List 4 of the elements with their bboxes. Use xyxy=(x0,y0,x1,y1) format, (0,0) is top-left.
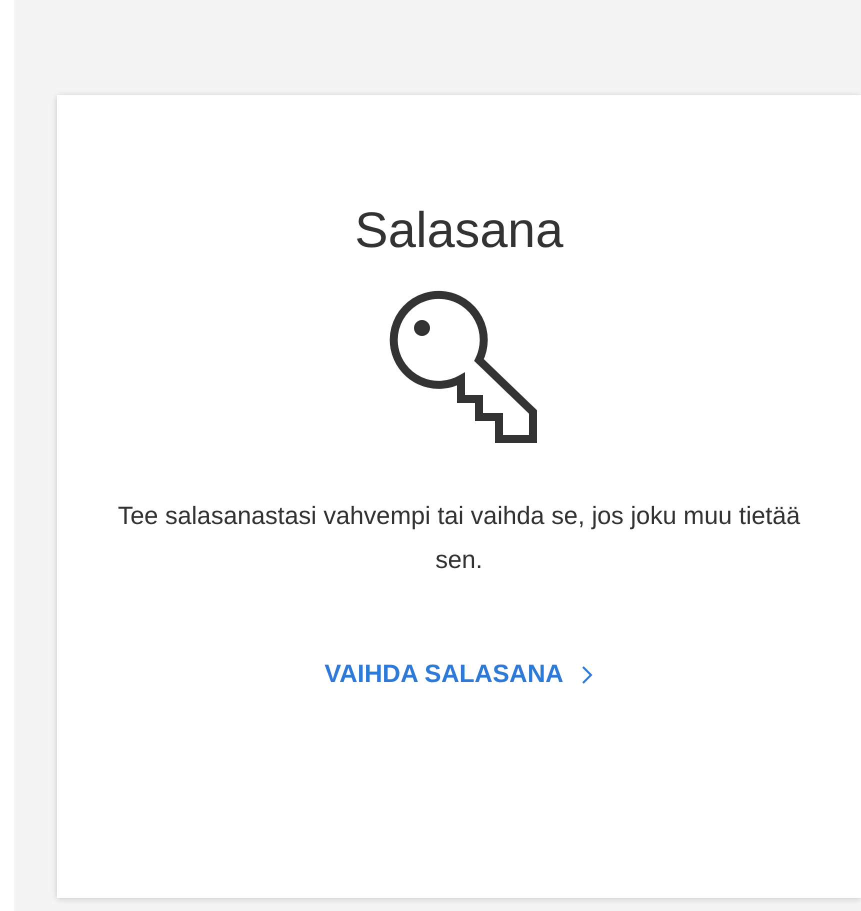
chevron-icon xyxy=(581,664,594,684)
card-description: Tee salasanastasi vahvempi tai vaihda se, jos joku muu tietää sen. xyxy=(116,501,802,576)
change-password-link[interactable]: VAIHDA SALASANA xyxy=(324,660,594,689)
card-title: Salasana xyxy=(354,201,564,260)
